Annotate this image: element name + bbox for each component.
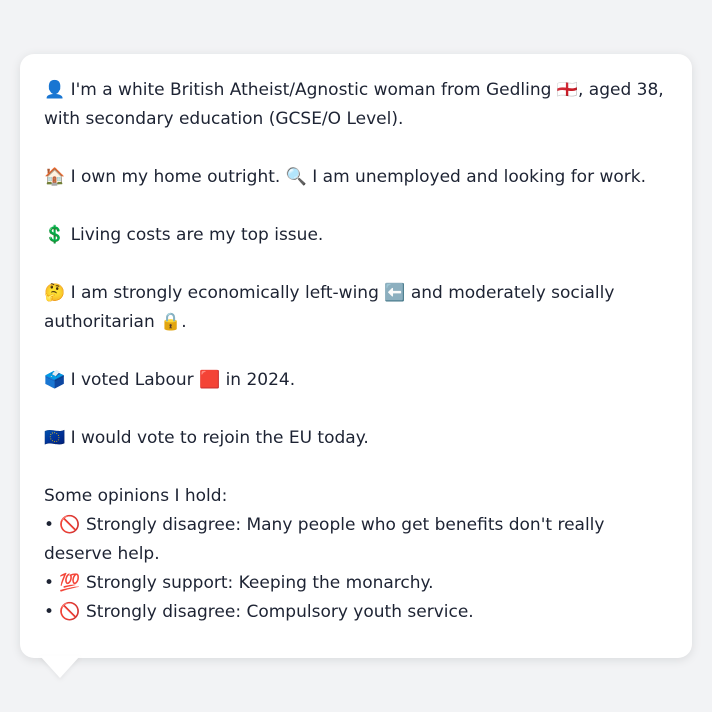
opinions-heading: Some opinions I hold: [44,486,228,506]
top-issue-text: 💲 Living costs are my top issue. [44,225,324,245]
opinion-item-benefits: • 🚫 Strongly disagree: Many people who g… [44,515,605,564]
eu-stance-text: 🇪🇺 I would vote to rejoin the EU today. [44,428,369,448]
opinions-section: Some opinions I hold: • 🚫 Strongly disag… [44,482,668,627]
opinion-item-monarchy: • 💯 Strongly support: Keeping the monarc… [44,573,434,593]
identity-text: 👤 I'm a white British Atheist/Agnostic w… [44,80,664,129]
housing-employment-text: 🏠 I own my home outright. 🔍 I am unemplo… [44,167,647,187]
vote-2024-text: 🗳️ I voted Labour 🟥 in 2024. [44,370,296,390]
political-leaning-text: 🤔 I am strongly economically left-wing ⬅… [44,283,615,332]
persona-message-bubble: 👤 I'm a white British Atheist/Agnostic w… [20,54,692,658]
bubble-tail [40,656,80,678]
opinion-item-youth-service: • 🚫 Strongly disagree: Compulsory youth … [44,602,474,622]
